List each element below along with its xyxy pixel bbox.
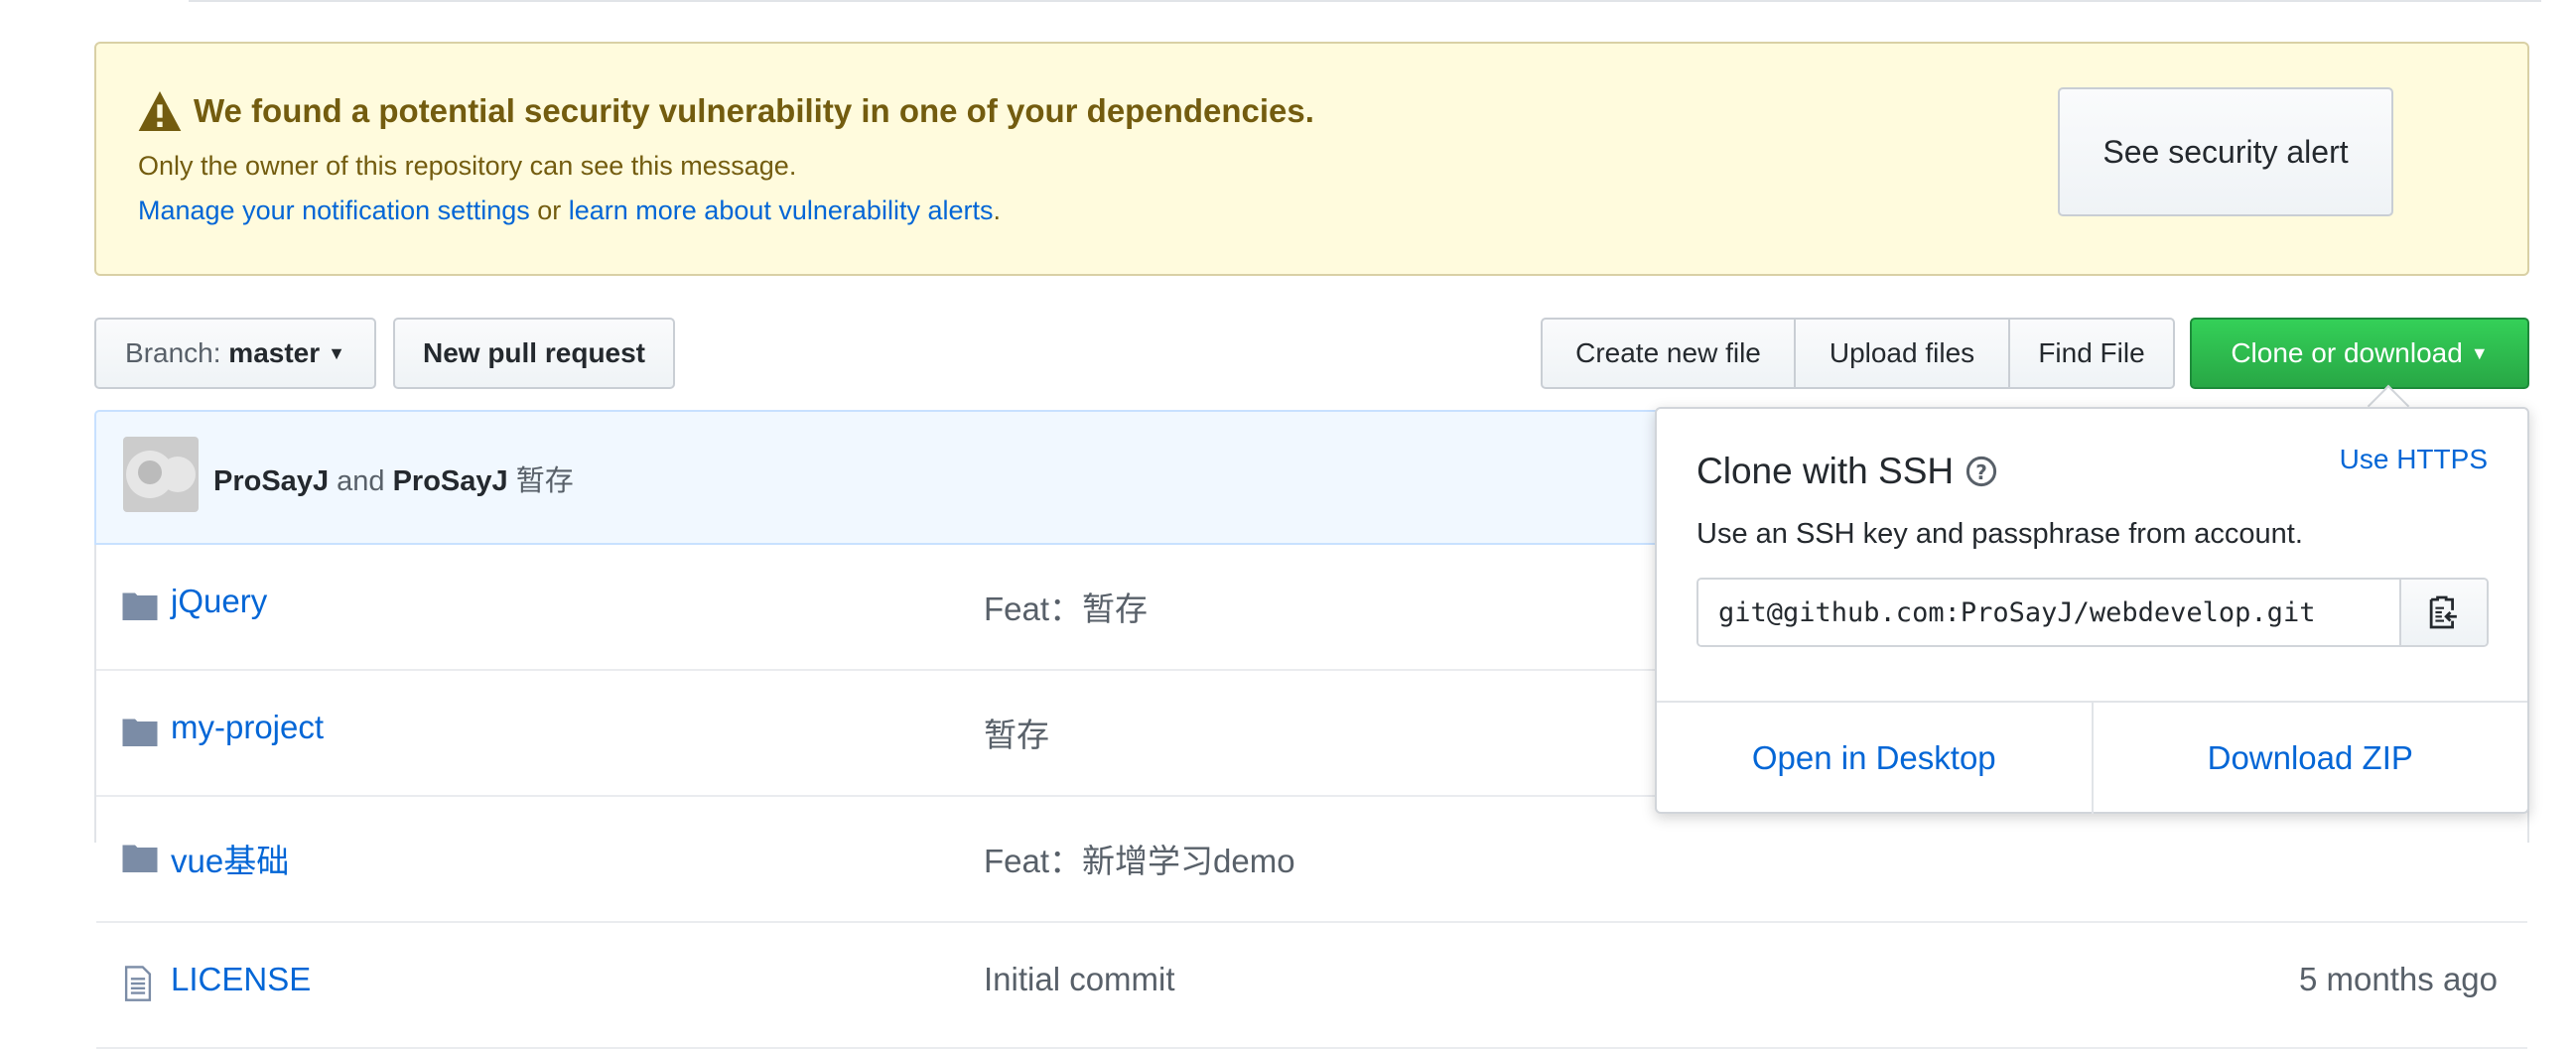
alert-text: Only the owner of this repository can se… (138, 151, 797, 181)
file-name[interactable]: vue基础 (171, 835, 289, 882)
commit-author[interactable]: ProSayJ (213, 465, 329, 497)
file-commit-message[interactable]: 暂存 (984, 709, 1049, 756)
github-avatar-icon (126, 451, 196, 498)
file-commit-message[interactable]: Initial commit (984, 961, 1175, 998)
clone-popup: Clone with SSH ? Use HTTPS Use an SSH ke… (1655, 407, 2529, 814)
find-file-button[interactable]: Find File (2010, 318, 2175, 389)
create-new-file-button[interactable]: Create new file (1541, 318, 1796, 389)
clone-label: Clone or download (2231, 337, 2463, 368)
and-text: and (337, 465, 385, 497)
notification-settings-link[interactable]: Manage your notification settings (138, 196, 530, 225)
commit-summary: ProSayJ and ProSayJ 暂存 (213, 458, 574, 499)
file-name[interactable]: my-project (171, 709, 324, 746)
clone-or-download-button[interactable]: Clone or download ▼ (2190, 318, 2529, 389)
commit-committer[interactable]: ProSayJ (393, 465, 508, 497)
or-text: or (529, 196, 569, 225)
open-in-desktop-button[interactable]: Open in Desktop (1657, 703, 2094, 814)
file-actions: Create new file Upload files Find File (1541, 318, 2175, 389)
use-https-link[interactable]: Use HTTPS (2340, 444, 2488, 475)
branch-name: master (228, 337, 321, 368)
branch-label: Branch: (125, 337, 221, 368)
folder-icon (122, 592, 158, 620)
clone-title-text: Clone with SSH (1696, 451, 1955, 491)
warning-icon (138, 91, 182, 131)
clone-url-input[interactable] (1698, 580, 2399, 645)
download-zip-button[interactable]: Download ZIP (2094, 703, 2528, 814)
clone-description: Use an SSH key and passphrase from accou… (1696, 518, 2303, 550)
file-name[interactable]: jQuery (171, 583, 267, 620)
svg-text:?: ? (1975, 460, 1987, 484)
alert-title-text: We found a potential security vulnerabil… (194, 92, 1314, 129)
folder-icon (122, 719, 158, 746)
alert-links: Manage your notification settings or lea… (138, 196, 1001, 226)
file-name[interactable]: LICENSE (171, 961, 311, 998)
file-text-icon (124, 966, 152, 1001)
table-row: vue基础 Feat：新增学习demo (96, 797, 2527, 923)
file-age: 5 months ago (2299, 961, 2498, 997)
learn-more-link[interactable]: learn more about vulnerability alerts (569, 196, 994, 225)
upload-files-button[interactable]: Upload files (1796, 318, 2010, 389)
see-security-alert-button[interactable]: See security alert (2058, 87, 2393, 216)
copy-button[interactable] (2399, 580, 2487, 645)
clipboard-icon (2429, 595, 2457, 629)
branch-select[interactable]: Branch: master ▼ (94, 318, 376, 389)
caret-down-icon: ▼ (328, 342, 345, 363)
period: . (993, 196, 1001, 225)
caret-down-icon: ▼ (2470, 342, 2489, 363)
clone-popup-footer: Open in Desktop Download ZIP (1657, 701, 2527, 814)
commit-message[interactable]: 暂存 (516, 465, 574, 497)
table-row: LICENSE Initial commit 5 months ago (96, 923, 2527, 1049)
alert-title: We found a potential security vulnerabil… (138, 91, 1314, 131)
new-pull-request-button[interactable]: New pull request (393, 318, 675, 389)
divider (189, 0, 2541, 2)
avatar[interactable] (123, 437, 199, 512)
folder-icon (122, 845, 158, 872)
clone-title: Clone with SSH ? (1696, 451, 1997, 492)
clone-url-group (1696, 578, 2489, 647)
file-commit-message[interactable]: Feat：暂存 (984, 583, 1148, 630)
question-icon[interactable]: ? (1966, 456, 1997, 487)
file-commit-message[interactable]: Feat：新增学习demo (984, 835, 1295, 882)
